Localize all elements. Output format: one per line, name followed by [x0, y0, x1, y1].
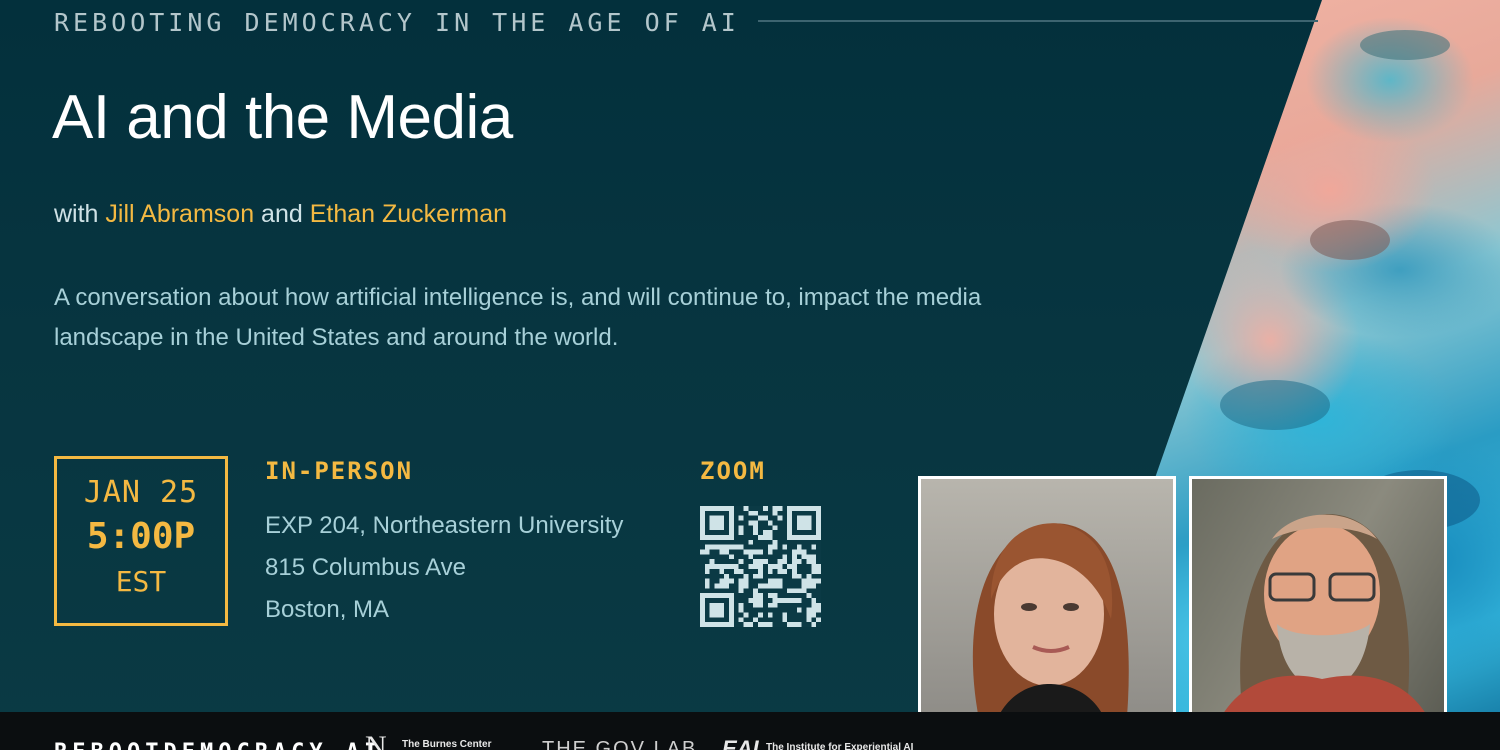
speaker-name-2: Ethan Zuckerman [309, 200, 508, 228]
northeastern-logo-mark: N [365, 730, 387, 750]
zoom-heading: ZOOM [700, 457, 766, 485]
event-time: 5:00P [86, 516, 196, 557]
speakers-prefix: with [54, 200, 99, 228]
address-line: EXP 204, Northeastern University [265, 512, 624, 539]
speakers-joiner: and [261, 200, 303, 228]
header-rule [758, 20, 1318, 22]
eai-logo-text: The Institute for Experiential AI [766, 742, 914, 750]
website-link[interactable]: REBOOTDEMOCRACY.AI [54, 740, 382, 750]
date-box: JAN 25 5:00P EST [54, 456, 228, 626]
address-line: Boston, MA [265, 596, 390, 623]
series-title: REBOOTING DEMOCRACY IN THE AGE OF AI [54, 8, 740, 37]
in-person-heading: IN-PERSON [265, 457, 414, 485]
page-title: AI and the Media [52, 83, 513, 152]
speakers-line: with Jill Abramson and Ethan Zuckerman [54, 200, 507, 229]
event-description: A conversation about how artificial inte… [54, 284, 982, 351]
address-line: 815 Columbus Ave [265, 554, 467, 581]
qr-code-icon[interactable] [700, 506, 821, 627]
govlab-logo: THE GOV LAB [542, 738, 698, 750]
speaker-photo-2 [1189, 476, 1447, 734]
speaker-name-1: Jill Abramson [105, 200, 255, 228]
art-stroke [1310, 220, 1390, 260]
speaker-photo-1 [918, 476, 1176, 734]
art-stroke [1220, 380, 1330, 430]
portrait-man [1214, 514, 1435, 731]
eai-logo-mark: EAI [722, 736, 759, 750]
event-date: JAN 25 [83, 475, 199, 510]
footer-bar: REBOOTDEMOCRACY.AI N The Burnes Center T… [0, 712, 1500, 750]
event-timezone: EST [115, 565, 167, 598]
event-poster: REBOOTING DEMOCRACY IN THE AGE OF AI AI … [0, 0, 1500, 750]
portrait-woman [972, 523, 1129, 731]
art-stroke [1360, 30, 1450, 60]
burnes-center-logo-text: The Burnes Center [402, 739, 492, 750]
